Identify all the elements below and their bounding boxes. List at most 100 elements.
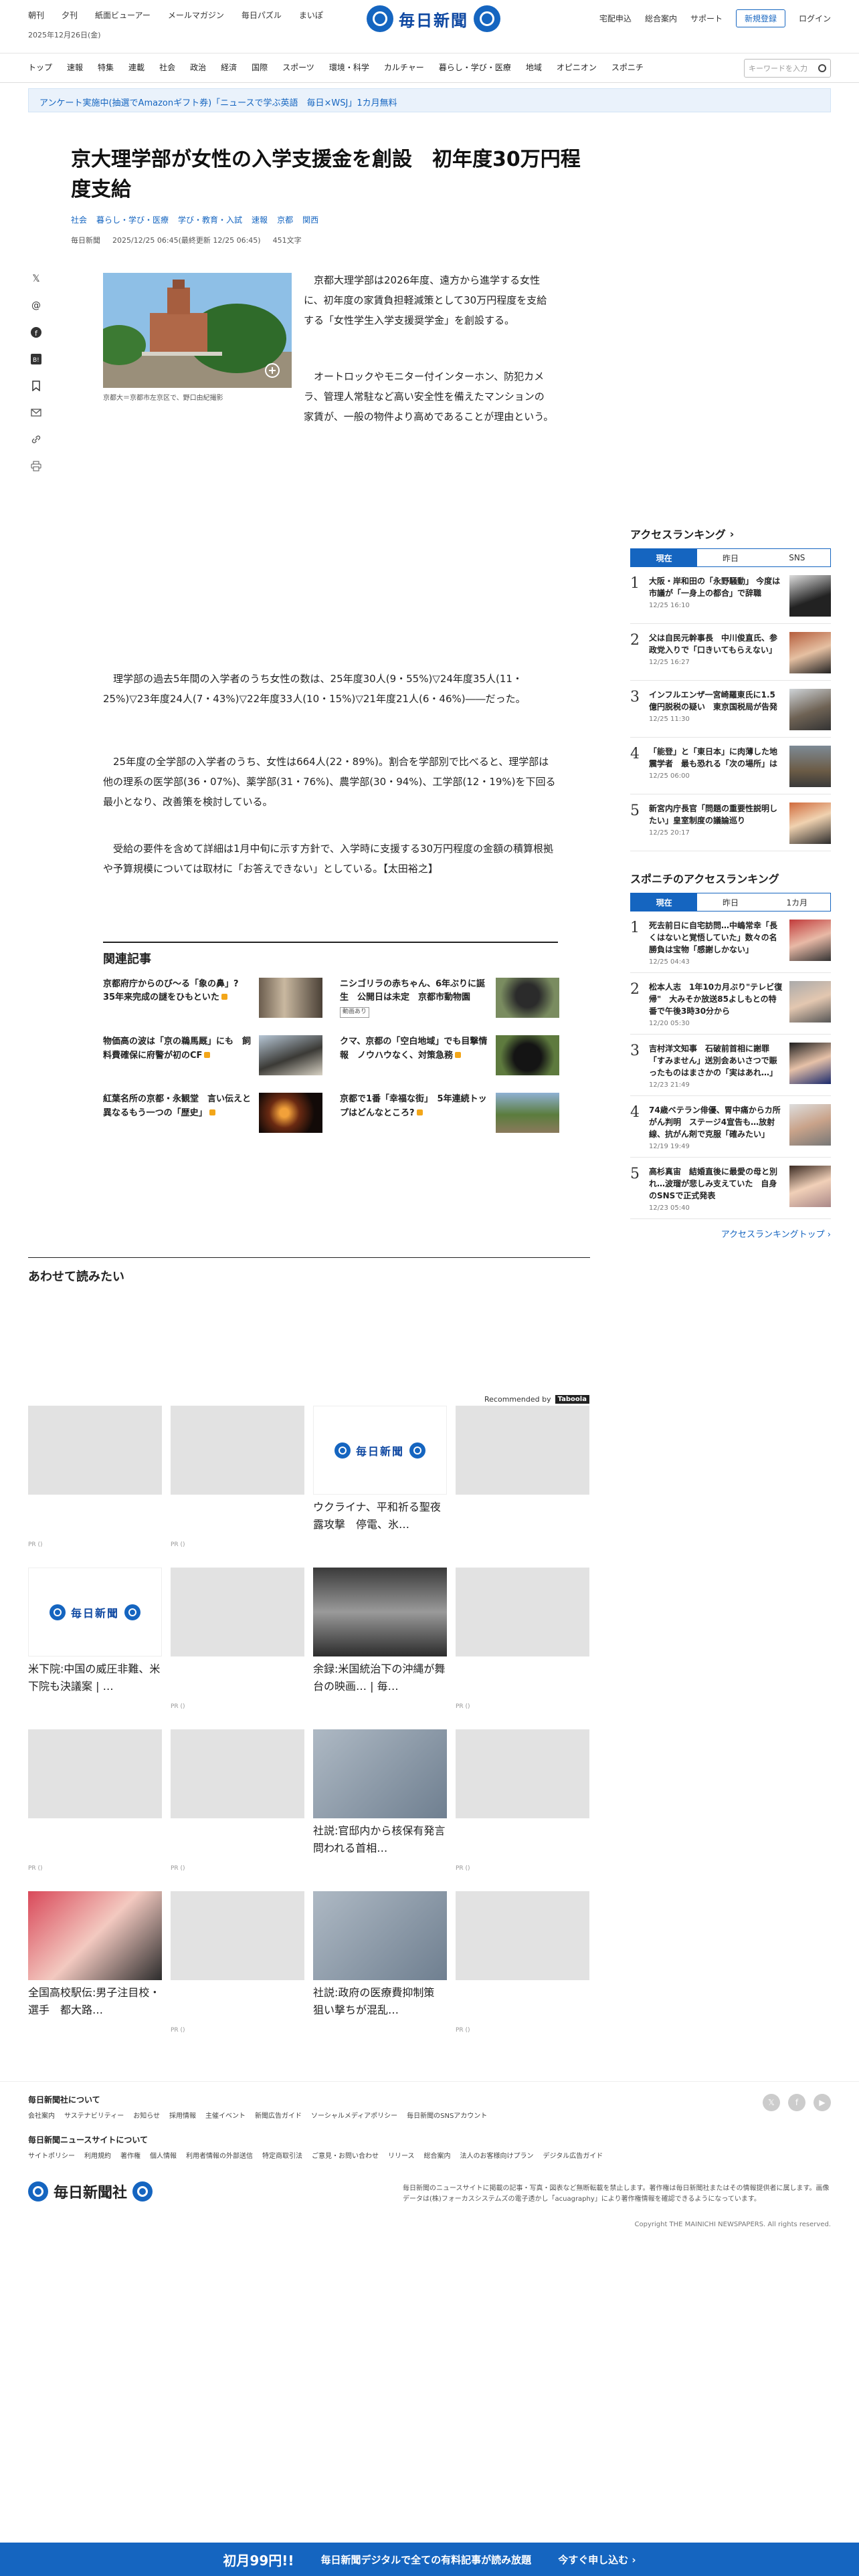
link-mailmag[interactable]: メールマガジン [168,9,224,21]
nav-item-life[interactable]: 暮らし・学び・医療 [439,62,511,73]
footer-link[interactable]: サステナビリティー [64,2110,124,2120]
footer-link[interactable]: 採用情報 [169,2110,196,2120]
tag-link[interactable]: 関西 [302,214,318,225]
link-maipo[interactable]: まいぽ [299,9,323,21]
footer-link[interactable]: 著作権 [120,2150,140,2160]
rec-card[interactable] [456,1406,589,1568]
rec-card[interactable]: PR () [28,1729,162,1891]
search-input[interactable]: キーワードを入力 [744,59,831,78]
login-button[interactable]: ログイン [799,13,831,24]
ranking-item[interactable]: 5 新宮内庁長官「問題の重要性説明したい」皇室制度の議論巡り 12/25 20:17 [630,794,831,851]
hatena-icon[interactable]: B! [30,353,42,365]
tab-now[interactable]: 現在 [631,549,698,566]
ranking-item[interactable]: 2 松本人志 1年10カ月ぶり"テレビ復帰" 大みそか放送85よしもとの特番で午後… [630,973,831,1035]
rec-card[interactable]: PR () [456,1729,589,1891]
nav-item-series[interactable]: 連載 [128,62,145,73]
rec-card[interactable]: PR () [171,1891,304,2053]
ranking-item[interactable]: 4 「能登」と「東日本」に肉薄した地震学者 最も恐れる「次の場所」は 12/25 0… [630,738,831,794]
rec-card[interactable]: 毎日新聞 ウクライナ、平和祈る聖夜 露攻撃 停電、氷… [313,1406,452,1568]
footer-link[interactable]: 個人情報 [150,2150,177,2160]
tag-link[interactable]: 社会 [71,214,87,225]
nav-item-world[interactable]: 国際 [252,62,268,73]
tag-link[interactable]: 暮らし・学び・医療 [96,214,169,225]
ranking-item[interactable]: 1 死去前日に自宅訪問…中嶋常幸「長くはないと覚悟していた」数々の名勝負は宝物「感… [630,911,831,973]
footer-link[interactable]: デジタル広告ガイド [543,2150,603,2160]
rec-card[interactable]: 毎日新聞 米下院:中国の威圧非難、米下院も決議案 | … [28,1568,162,1729]
nav-item-local[interactable]: 地域 [526,62,542,73]
footer-link[interactable]: ご意見・お問い合わせ [312,2150,379,2160]
nav-item-feature[interactable]: 特集 [98,62,114,73]
nav-item-culture[interactable]: カルチャー [384,62,424,73]
print-icon[interactable] [30,460,42,472]
rec-card[interactable]: PR () [456,1891,589,2053]
related-item[interactable]: 京都で1番「幸福な街」 5年連続トップはどんなところ? [340,1093,559,1134]
rec-card[interactable]: PR () [456,1568,589,1729]
footer-link[interactable]: リリース [388,2150,415,2160]
youtube-icon[interactable]: ▶ [814,2094,831,2111]
tag-link[interactable]: 学び・教育・入試 [178,214,242,225]
ranking-heading[interactable]: アクセスランキング › [630,526,831,542]
footer-link[interactable]: 特定商取引法 [262,2150,302,2160]
link-delivery[interactable]: 宅配申込 [599,13,632,24]
facebook-icon[interactable]: f [788,2094,805,2111]
footer-link[interactable]: 毎日新聞のSNSアカウント [407,2110,487,2120]
ranking-top-link[interactable]: アクセスランキングトップ › [630,1227,831,1240]
ranking-item[interactable]: 3 インフルエンザ一宮崎羅東氏に1.5億円脱税の疑い 東京国税局が告発 12/25 … [630,681,831,738]
ranking-item[interactable]: 1 大阪・岸和田の「永野騒動」 今度は市議が「一身上の都合」で辞職 12/25 16… [630,567,831,624]
rec-card[interactable]: PR () [28,1406,162,1568]
footer-link[interactable]: サイトポリシー [28,2150,75,2160]
footer-link[interactable]: ソーシャルメディアポリシー [311,2110,397,2120]
link-icon[interactable] [30,433,42,445]
rec-card[interactable]: 社説:政府の医療費抑制策 狙い撃ちが混乱… [313,1891,447,2053]
link-viewer[interactable]: 紙面ビューアー [95,9,151,21]
tab-yesterday[interactable]: 昨日 [697,549,764,566]
link-support[interactable]: サポート [690,13,723,24]
x-icon[interactable]: 𝕏 [763,2094,780,2111]
nav-item-top[interactable]: トップ [28,62,52,73]
nav-item-sponichi[interactable]: スポニチ [611,62,644,73]
link-puzzle[interactable]: 毎日パズル [242,9,282,21]
tab-now[interactable]: 現在 [631,893,698,911]
related-item[interactable]: ニシゴリラの赤ちゃん、6年ぶりに誕生 公開日は未定 京都市動物園 動画あり [340,978,559,1018]
tab-sns[interactable]: SNS [763,549,830,566]
rec-card[interactable]: 全国高校駅伝:男子注目校・選手 都大路… [28,1891,162,2053]
footer-link[interactable]: 利用規約 [84,2150,111,2160]
tab-yesterday[interactable]: 昨日 [697,893,764,911]
nav-item-society[interactable]: 社会 [159,62,175,73]
search-icon[interactable] [818,64,826,72]
ranking-item[interactable]: 2 父は自民元幹事長 中川俊直氏、参政党入りで「口きいてもらえない」 12/25 1… [630,624,831,681]
nav-item-politics[interactable]: 政治 [190,62,206,73]
link-morning[interactable]: 朝刊 [28,9,44,21]
nav-item-opinion[interactable]: オピニオン [557,62,597,73]
register-button[interactable]: 新規登録 [735,9,785,27]
x-icon[interactable]: 𝕏 [30,273,42,285]
tag-link[interactable]: 京都 [277,214,293,225]
rec-card[interactable]: PR () [171,1568,304,1729]
ranking-item[interactable]: 5 高杉真宙 結婚直後に最愛の母と別れ…波瑠が悲しみ支えていた 自身のSNSで正式… [630,1158,831,1219]
rec-card[interactable]: 社説:官邸内から核保有発言 問われる首相… [313,1729,456,1891]
ranking-item[interactable]: 3 吉村洋文知事 石破前首相に謝罪「すみません」送別会あいさつで賑ったものはまさか… [630,1035,831,1096]
footer-link[interactable]: 法人のお客様向けプラン [460,2150,534,2160]
promo-banner[interactable]: アンケート実施中(抽選でAmazonギフト券)「ニュースで学ぶ英語 毎日×WSJ… [28,88,831,112]
footer-link[interactable]: 会社案内 [28,2110,55,2120]
nav-item-economy[interactable]: 経済 [221,62,237,73]
facebook-icon[interactable]: f [30,326,42,338]
tag-link[interactable]: 速報 [252,214,268,225]
site-logo[interactable]: 毎日新聞 [367,5,500,32]
recommended-by[interactable]: Recommended by Taboola [484,1395,589,1404]
mail-icon[interactable] [30,407,42,419]
footer-link[interactable]: 利用者情報の外部送信 [186,2150,253,2160]
tab-month[interactable]: 1カ月 [763,893,830,911]
footer-logo[interactable]: 毎日新聞社 [28,2181,153,2202]
related-item[interactable]: 物価高の波は「京の鵜馬厩」にも 飼料費確保に府警が初のCF [103,1035,322,1076]
ranking-item[interactable]: 4 74歳ベテラン俳優、胃中痛からカ所がん判明 ステージ4宣告も…放射線、抗がん剤… [630,1096,831,1158]
rec-card[interactable]: PR () [171,1729,304,1891]
threads-icon[interactable]: @ [30,300,42,312]
rec-card[interactable]: PR () [171,1406,304,1568]
subscribe-banner[interactable]: 初月99円!! 毎日新聞デジタルで全ての有料記事が読み放題 今すぐ申し込む › [0,2543,859,2576]
rec-card[interactable]: 余録:米国統治下の沖縄が舞台の映画… | 毎… [313,1568,447,1729]
footer-link[interactable]: 総合案内 [424,2150,451,2160]
nav-item-science[interactable]: 環境・科学 [329,62,369,73]
bookmark-icon[interactable] [30,380,42,392]
nav-item-sports[interactable]: スポーツ [282,62,314,73]
